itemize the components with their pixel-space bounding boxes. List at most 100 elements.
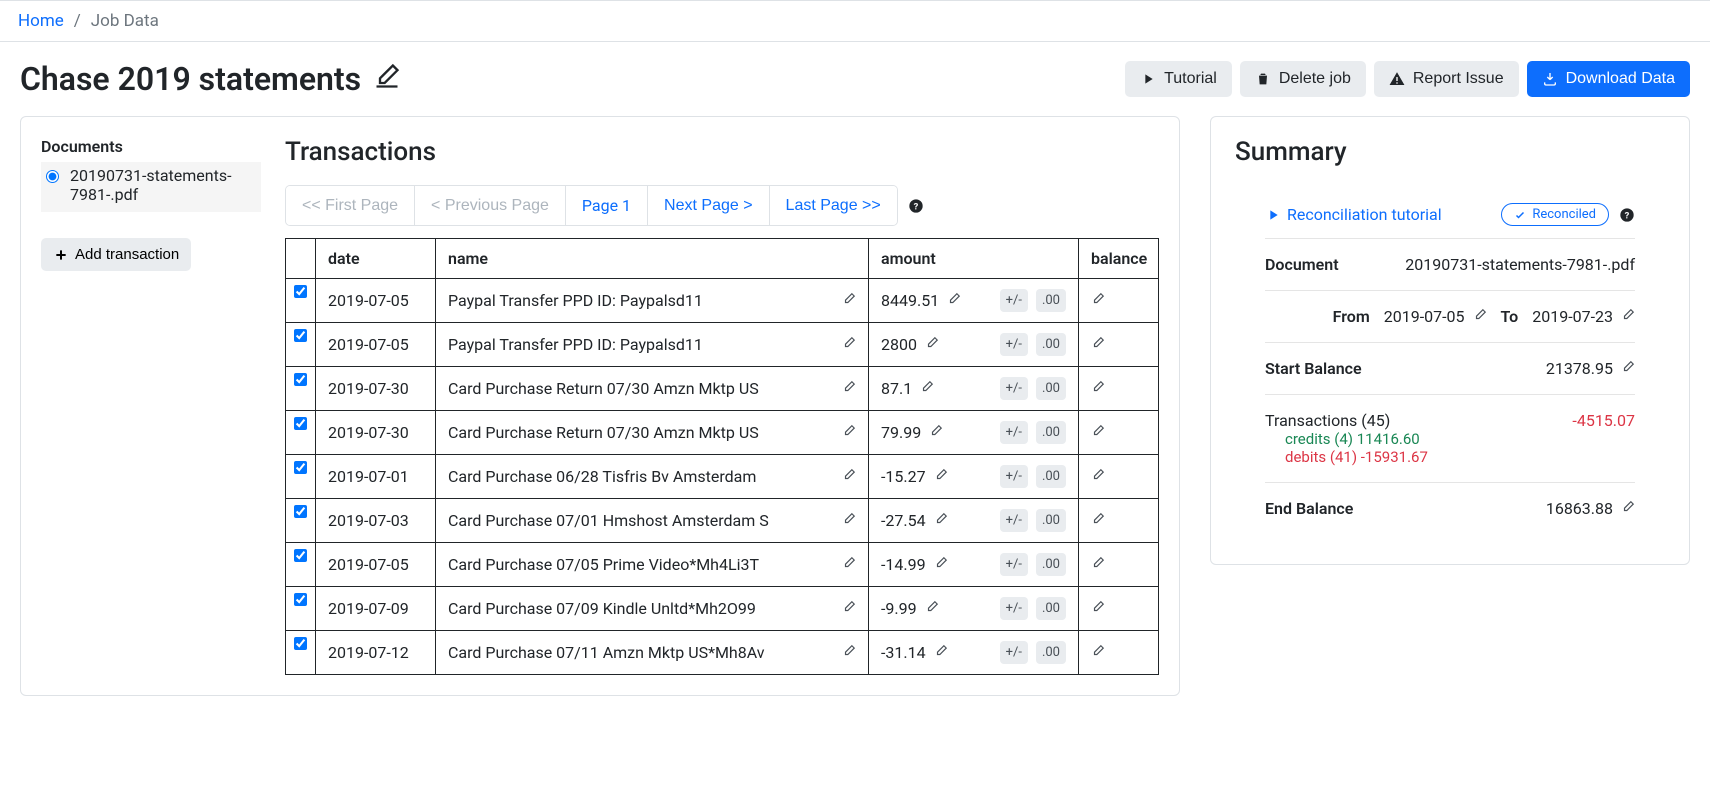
start-balance-value: 21378.95 bbox=[1546, 359, 1613, 378]
row-name: Paypal Transfer PPD ID: Paypalsd11 bbox=[448, 335, 832, 354]
edit-amount-icon[interactable] bbox=[934, 555, 948, 574]
from-value: 2019-07-05 bbox=[1384, 307, 1465, 326]
edit-name-icon[interactable] bbox=[842, 643, 856, 662]
row-checkbox[interactable] bbox=[294, 461, 307, 474]
documents-panel: Documents 20190731-statements-7981-.pdf … bbox=[41, 137, 261, 675]
row-checkbox[interactable] bbox=[294, 549, 307, 562]
edit-balance-icon[interactable] bbox=[1091, 599, 1105, 618]
delete-job-label: Delete job bbox=[1279, 70, 1351, 88]
edit-start-balance-icon[interactable] bbox=[1621, 359, 1635, 378]
row-checkbox[interactable] bbox=[294, 329, 307, 342]
edit-amount-icon[interactable] bbox=[920, 379, 934, 398]
row-name: Card Purchase 07/11 Amzn Mktp US*Mh8Av bbox=[448, 643, 832, 662]
edit-balance-icon[interactable] bbox=[1091, 423, 1105, 442]
cents-toggle[interactable]: .00 bbox=[1036, 421, 1066, 444]
table-row: 2019-07-09Card Purchase 07/09 Kindle Unl… bbox=[286, 587, 1159, 631]
edit-balance-icon[interactable] bbox=[1091, 291, 1105, 310]
sign-toggle[interactable]: +/- bbox=[1000, 641, 1028, 664]
download-data-button[interactable]: Download Data bbox=[1527, 61, 1690, 97]
row-checkbox[interactable] bbox=[294, 285, 307, 298]
edit-balance-icon[interactable] bbox=[1091, 467, 1105, 486]
col-check bbox=[286, 239, 316, 279]
warning-icon bbox=[1389, 71, 1405, 87]
edit-end-balance-icon[interactable] bbox=[1621, 499, 1635, 518]
summary-document-value: 20190731-statements-7981-.pdf bbox=[1405, 255, 1635, 274]
last-page-button[interactable]: Last Page >> bbox=[770, 186, 897, 225]
edit-balance-icon[interactable] bbox=[1091, 335, 1105, 354]
help-icon[interactable]: ? bbox=[1619, 207, 1635, 223]
cents-toggle[interactable]: .00 bbox=[1036, 509, 1066, 532]
sign-toggle[interactable]: +/- bbox=[1000, 597, 1028, 620]
sign-toggle[interactable]: +/- bbox=[1000, 289, 1028, 312]
add-transaction-label: Add transaction bbox=[75, 246, 179, 263]
row-checkbox[interactable] bbox=[294, 373, 307, 386]
row-checkbox[interactable] bbox=[294, 505, 307, 518]
to-label: To bbox=[1501, 307, 1519, 326]
edit-balance-icon[interactable] bbox=[1091, 511, 1105, 530]
edit-amount-icon[interactable] bbox=[934, 643, 948, 662]
row-checkbox[interactable] bbox=[294, 417, 307, 430]
row-checkbox[interactable] bbox=[294, 593, 307, 606]
transactions-count-label: Transactions (45) bbox=[1265, 411, 1428, 430]
prev-page-button[interactable]: < Previous Page bbox=[415, 186, 566, 225]
edit-amount-icon[interactable] bbox=[929, 423, 943, 442]
plus-icon bbox=[53, 247, 69, 263]
cents-toggle[interactable]: .00 bbox=[1036, 465, 1066, 488]
edit-name-icon[interactable] bbox=[842, 335, 856, 354]
add-transaction-button[interactable]: Add transaction bbox=[41, 238, 191, 271]
start-balance-label: Start Balance bbox=[1265, 359, 1362, 378]
sign-toggle[interactable]: +/- bbox=[1000, 377, 1028, 400]
cents-toggle[interactable]: .00 bbox=[1036, 377, 1066, 400]
col-amount: amount bbox=[869, 239, 1079, 279]
cents-toggle[interactable]: .00 bbox=[1036, 289, 1066, 312]
delete-job-button[interactable]: Delete job bbox=[1240, 61, 1366, 97]
edit-name-icon[interactable] bbox=[842, 599, 856, 618]
reconciliation-tutorial-link[interactable]: Reconciliation tutorial bbox=[1265, 205, 1442, 224]
sign-toggle[interactable]: +/- bbox=[1000, 421, 1028, 444]
sign-toggle[interactable]: +/- bbox=[1000, 553, 1028, 576]
report-issue-button[interactable]: Report Issue bbox=[1374, 61, 1519, 97]
edit-balance-icon[interactable] bbox=[1091, 555, 1105, 574]
summary-end-balance-row: End Balance 16863.88 bbox=[1265, 483, 1635, 534]
edit-to-icon[interactable] bbox=[1621, 307, 1635, 326]
col-date: date bbox=[316, 239, 436, 279]
row-amount: -15.27 bbox=[881, 467, 926, 486]
breadcrumb-home[interactable]: Home bbox=[18, 11, 64, 31]
edit-amount-icon[interactable] bbox=[934, 467, 948, 486]
document-radio[interactable] bbox=[46, 170, 59, 183]
first-page-button[interactable]: << First Page bbox=[286, 186, 415, 225]
edit-balance-icon[interactable] bbox=[1091, 379, 1105, 398]
sign-toggle[interactable]: +/- bbox=[1000, 509, 1028, 532]
breadcrumb-current: Job Data bbox=[91, 11, 159, 31]
edit-name-icon[interactable] bbox=[842, 555, 856, 574]
summary-transactions-row: Transactions (45) credits (4) 11416.60 d… bbox=[1265, 395, 1635, 483]
edit-amount-icon[interactable] bbox=[925, 335, 939, 354]
row-checkbox[interactable] bbox=[294, 637, 307, 650]
edit-name-icon[interactable] bbox=[842, 423, 856, 442]
edit-amount-icon[interactable] bbox=[947, 291, 961, 310]
next-page-button[interactable]: Next Page > bbox=[648, 186, 770, 225]
edit-title-icon[interactable] bbox=[373, 60, 401, 98]
sign-toggle[interactable]: +/- bbox=[1000, 333, 1028, 356]
edit-name-icon[interactable] bbox=[842, 467, 856, 486]
cents-toggle[interactable]: .00 bbox=[1036, 553, 1066, 576]
tutorial-button[interactable]: Tutorial bbox=[1125, 61, 1232, 97]
edit-name-icon[interactable] bbox=[842, 291, 856, 310]
cents-toggle[interactable]: .00 bbox=[1036, 597, 1066, 620]
edit-balance-icon[interactable] bbox=[1091, 643, 1105, 662]
edit-name-icon[interactable] bbox=[842, 511, 856, 530]
row-name: Card Purchase 06/28 Tisfris Bv Amsterdam bbox=[448, 467, 832, 486]
document-item[interactable]: 20190731-statements-7981-.pdf bbox=[41, 162, 261, 212]
edit-from-icon[interactable] bbox=[1473, 307, 1487, 326]
help-icon[interactable]: ? bbox=[908, 198, 924, 214]
summary-date-row: From 2019-07-05 To 2019-07-23 bbox=[1265, 291, 1635, 343]
summary-card: Summary Reconciliation tutorial Reconcil… bbox=[1210, 116, 1690, 565]
edit-amount-icon[interactable] bbox=[925, 599, 939, 618]
edit-name-icon[interactable] bbox=[842, 379, 856, 398]
row-name: Card Purchase 07/01 Hmshost Amsterdam S bbox=[448, 511, 832, 530]
cents-toggle[interactable]: .00 bbox=[1036, 333, 1066, 356]
cents-toggle[interactable]: .00 bbox=[1036, 641, 1066, 664]
row-amount: 87.1 bbox=[881, 379, 912, 398]
edit-amount-icon[interactable] bbox=[934, 511, 948, 530]
sign-toggle[interactable]: +/- bbox=[1000, 465, 1028, 488]
